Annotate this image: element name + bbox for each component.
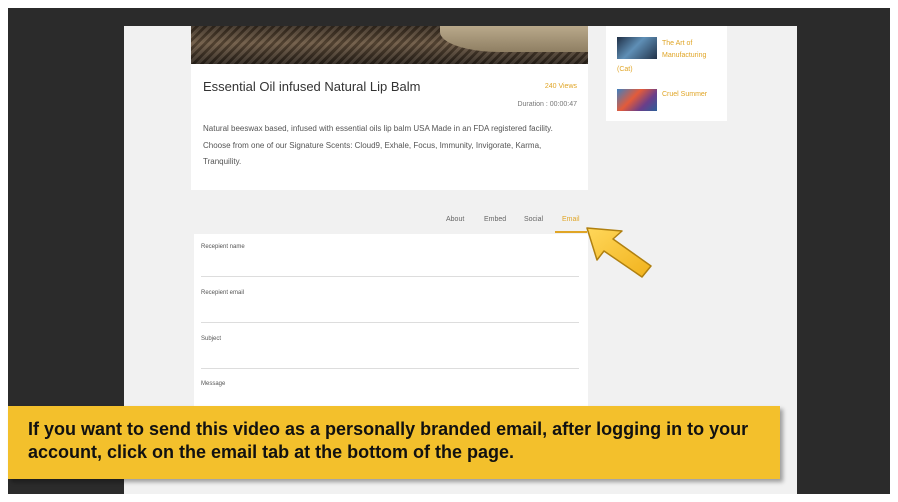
related-video-title-line: Manufacturing [662, 52, 707, 59]
subject-input[interactable] [201, 354, 579, 369]
related-video-link[interactable]: The Art of Manufacturing [662, 38, 706, 62]
tab-about[interactable]: About [446, 216, 464, 223]
message-label: Message [201, 381, 226, 387]
email-form [194, 234, 588, 414]
related-video-link[interactable]: Cruel Summer [662, 89, 707, 101]
video-title: Essential Oil infused Natural Lip Balm [203, 79, 421, 94]
video-description: Natural beeswax based, infused with esse… [203, 124, 553, 166]
video-views: 240 Views [544, 83, 577, 90]
instruction-banner: If you want to send this video as a pers… [8, 406, 780, 479]
recipient-email-label: Recepient email [201, 290, 245, 296]
video-duration: Duration : 00:00:47 [517, 101, 577, 108]
recipient-name-input[interactable] [201, 262, 579, 277]
tab-email[interactable]: Email [562, 216, 580, 223]
related-video-thumbnail[interactable] [617, 89, 657, 111]
tab-embed[interactable]: Embed [484, 216, 506, 223]
related-video-title-line: The Art of [662, 40, 693, 47]
recipient-email-input[interactable] [201, 308, 579, 323]
instruction-banner-text: If you want to send this video as a pers… [28, 419, 749, 462]
subject-label: Subject [201, 336, 222, 342]
tab-social[interactable]: Social [524, 216, 543, 223]
arrow-pointer-icon [586, 227, 652, 278]
recipient-name-label: Recepient name [201, 244, 245, 250]
related-video-title-line[interactable]: (Cat) [617, 66, 633, 73]
related-video-thumbnail[interactable] [617, 37, 657, 59]
